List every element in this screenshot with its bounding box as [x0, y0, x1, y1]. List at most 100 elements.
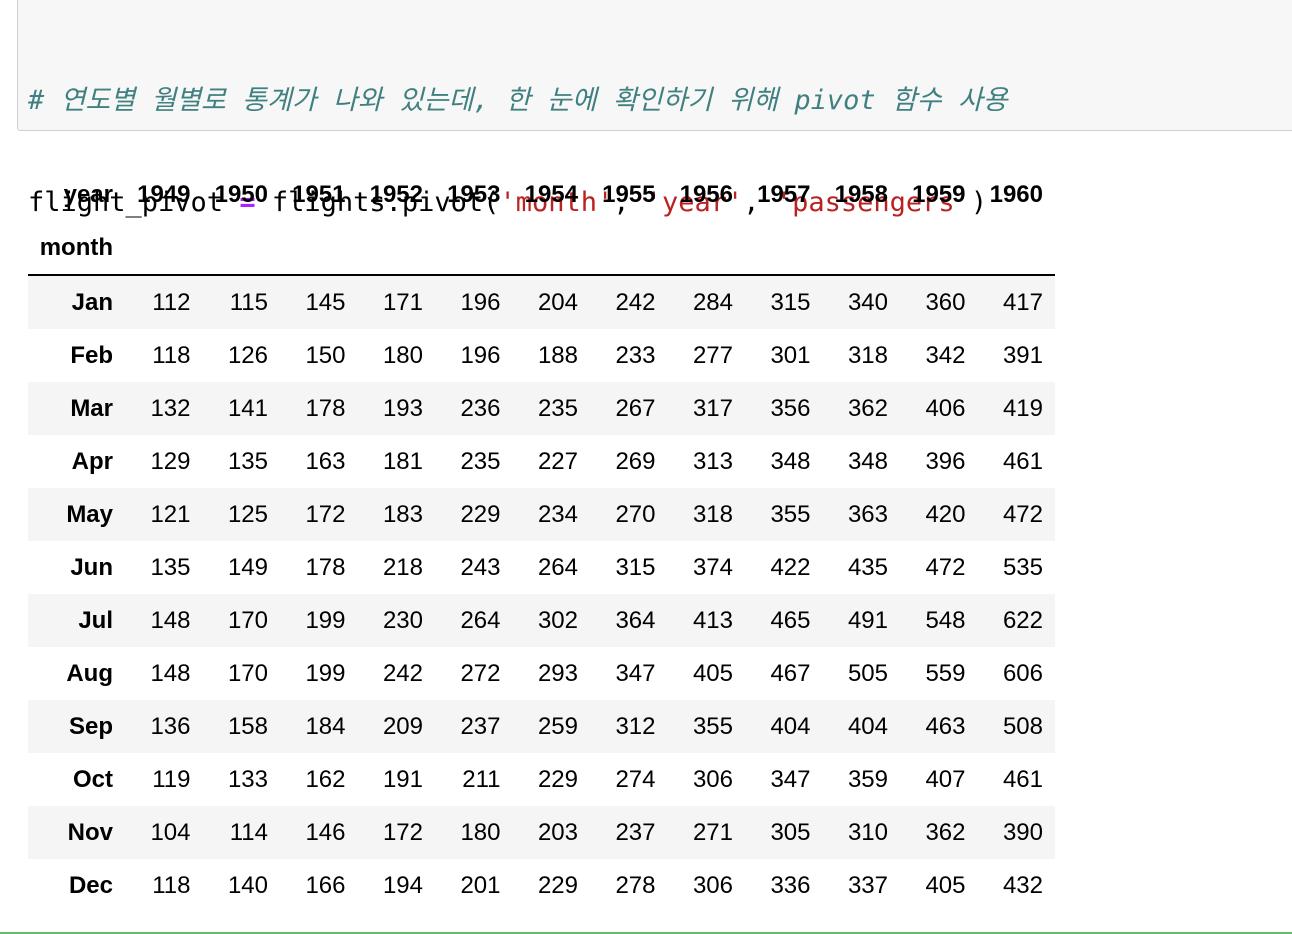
table-cell: 461 [1002, 765, 1043, 793]
table-cell: 356 [770, 394, 811, 422]
table-cell: 505 [847, 659, 888, 687]
table-row: May 121 125 172 183 229 234 270 318 355 363 420 472 [28, 488, 1055, 541]
row-label: Jan [71, 288, 113, 316]
table-cell: 119 [152, 765, 191, 793]
table-cell: 548 [925, 606, 966, 634]
row-label: Oct [72, 765, 113, 793]
empty-header-cell [125, 221, 203, 276]
table-cell: 318 [692, 500, 733, 528]
table-cell: 419 [1002, 394, 1043, 422]
table-cell: 194 [382, 871, 423, 899]
row-label: Sep [68, 712, 113, 740]
table-cell: 115 [229, 288, 268, 316]
table-cell: 148 [150, 659, 191, 687]
table-cell: 135 [227, 447, 268, 475]
table-cell: 310 [847, 818, 888, 846]
table-cell: 472 [925, 553, 966, 581]
table-cell: 472 [1002, 500, 1043, 528]
empty-header-cell [435, 221, 513, 276]
table-cell: 229 [537, 871, 578, 899]
table-cell: 315 [615, 553, 656, 581]
code-line-comment: # 연도별 월별로 통계가 나와 있는데, 한 눈에 확인하기 위해 pivot… [28, 84, 1008, 118]
table-cell: 199 [305, 659, 346, 687]
empty-header-cell [822, 221, 900, 276]
table-cell: 196 [460, 288, 501, 316]
column-header: 1951 [292, 180, 346, 208]
index-header-row: month [28, 221, 1055, 276]
dataframe-body: Jan 112 115 145 171 196 204 242 284 315 340 360 417 F… [28, 275, 1055, 912]
table-cell: 405 [925, 871, 966, 899]
table-row: Sep 136 158 184 209 237 259 312 355 404 404 463 508 [28, 700, 1055, 753]
dataframe-table: year 1949 1950 1951 1952 1953 1954 1955 1956 195… [28, 168, 1055, 912]
table-cell: 132 [150, 394, 191, 422]
table-cell: 293 [537, 659, 578, 687]
table-cell: 230 [382, 606, 423, 634]
table-cell: 140 [227, 871, 268, 899]
table-cell: 272 [460, 659, 501, 687]
column-header: 1958 [834, 180, 888, 208]
table-cell: 237 [460, 712, 501, 740]
table-cell: 236 [460, 394, 501, 422]
table-cell: 171 [382, 288, 423, 316]
table-cell: 535 [1002, 553, 1043, 581]
table-cell: 355 [692, 712, 733, 740]
table-cell: 146 [305, 818, 346, 846]
table-cell: 435 [847, 553, 888, 581]
table-cell: 407 [925, 765, 966, 793]
table-row: Nov 104 114 146 172 180 203 237 271 305 310 362 390 [28, 806, 1055, 859]
table-cell: 180 [382, 341, 423, 369]
table-cell: 461 [1002, 447, 1043, 475]
empty-header-cell [202, 221, 280, 276]
column-header: 1953 [447, 180, 501, 208]
table-cell: 277 [692, 341, 733, 369]
table-cell: 508 [1002, 712, 1043, 740]
code-cell[interactable]: # 연도별 월별로 통계가 나와 있는데, 한 눈에 확인하기 위해 pivot… [17, 0, 1292, 320]
table-row: Jan 112 115 145 171 196 204 242 284 315 340 360 417 [28, 275, 1055, 329]
table-cell: 112 [152, 288, 191, 316]
table-cell: 199 [305, 606, 346, 634]
table-cell: 347 [615, 659, 656, 687]
table-cell: 417 [1002, 288, 1043, 316]
column-header: 1952 [369, 180, 423, 208]
table-cell: 129 [150, 447, 191, 475]
table-cell: 362 [847, 394, 888, 422]
table-row: Aug 148 170 199 242 272 293 347 405 467 505 559 606 [28, 647, 1055, 700]
table-cell: 606 [1002, 659, 1043, 687]
empty-header-cell [280, 221, 358, 276]
table-cell: 317 [692, 394, 733, 422]
table-cell: 235 [537, 394, 578, 422]
table-cell: 363 [847, 500, 888, 528]
table-row: Apr 129 135 163 181 235 227 269 313 348 348 396 461 [28, 435, 1055, 488]
table-cell: 104 [150, 818, 191, 846]
table-cell: 559 [925, 659, 966, 687]
table-cell: 302 [537, 606, 578, 634]
empty-header-cell [667, 221, 745, 276]
table-cell: 118 [152, 341, 191, 369]
table-cell: 267 [615, 394, 656, 422]
table-cell: 318 [847, 341, 888, 369]
table-cell: 390 [1002, 818, 1043, 846]
table-cell: 463 [925, 712, 966, 740]
table-cell: 233 [615, 341, 656, 369]
table-cell: 170 [227, 606, 268, 634]
table-cell: 193 [382, 394, 423, 422]
column-header: 1960 [989, 180, 1043, 208]
table-cell: 145 [305, 288, 346, 316]
table-cell: 315 [770, 288, 811, 316]
table-cell: 491 [847, 606, 888, 634]
table-cell: 229 [537, 765, 578, 793]
table-cell: 259 [537, 712, 578, 740]
table-cell: 347 [770, 765, 811, 793]
row-label: Dec [68, 871, 113, 899]
empty-header-cell [900, 221, 978, 276]
table-cell: 135 [150, 553, 191, 581]
table-cell: 422 [770, 553, 811, 581]
table-cell: 264 [460, 606, 501, 634]
column-header: 1959 [912, 180, 966, 208]
table-cell: 274 [615, 765, 656, 793]
table-cell: 342 [925, 341, 966, 369]
code-comment: # 연도별 월별로 통계가 나와 있는데, 한 눈에 확인하기 위해 pivot… [28, 85, 1008, 116]
empty-header-cell [357, 221, 435, 276]
column-header: 1954 [524, 180, 578, 208]
table-cell: 133 [227, 765, 268, 793]
